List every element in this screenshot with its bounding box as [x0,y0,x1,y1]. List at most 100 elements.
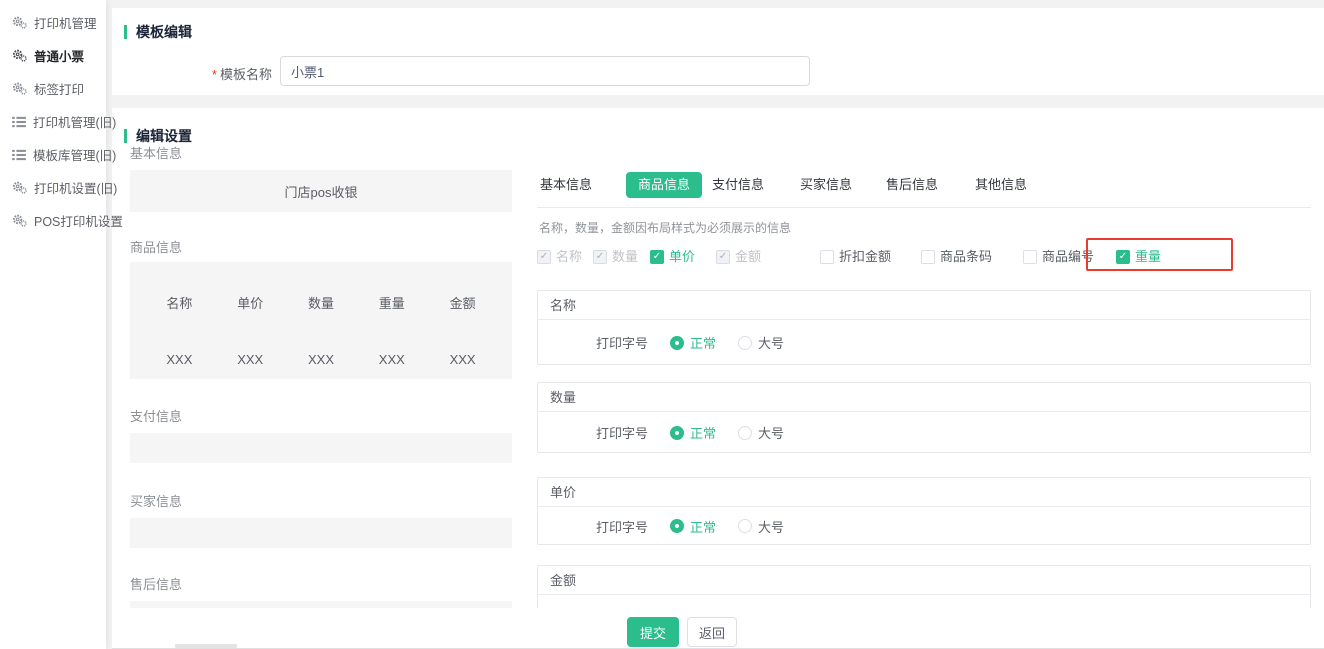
checkbox-amount: ✓ 金额 [716,249,761,265]
print-font-size-label: 打印字号 [596,517,648,536]
tab-payment-info[interactable]: 支付信息 [712,170,764,200]
preview-goods-label: 商品信息 [130,240,512,256]
sidebar-item-pos-printer-settings[interactable]: POS打印机设置 [0,204,106,237]
list-icon [12,116,26,128]
field-section-body: 打印字号 正常 大号 [538,507,1310,545]
field-section-amount: 金额 [537,565,1311,608]
sidebar-item-printer-manage-old[interactable]: 打印机管理(旧) [0,105,106,138]
radio-font-large[interactable]: 大号 [738,423,784,442]
radio-font-large[interactable]: 大号 [738,333,784,352]
field-section-unit-price: 单价 打印字号 正常 大号 [537,477,1311,545]
sidebar-item-label-print[interactable]: 标签打印 [0,72,106,105]
edit-settings-title: 编辑设置 [124,126,192,146]
sidebar-item-label: 标签打印 [34,79,84,98]
radio-unselected-icon[interactable] [738,336,752,350]
cogs-icon [12,49,27,62]
preview-buyer-block [130,518,512,548]
radio-font-large[interactable]: 大号 [738,517,784,536]
checkbox-checked-disabled-icon: ✓ [537,250,551,264]
field-section-name: 名称 打印字号 正常 大号 [537,290,1311,365]
sidebar-item-normal-receipt[interactable]: 普通小票 [0,39,106,72]
cogs-icon [12,82,27,95]
preview-goods-header-row: 名称 单价 数量 重量 金额 [130,262,512,312]
radio-selected-icon[interactable] [670,336,684,350]
checkbox-checked-icon[interactable]: ✓ [650,250,664,264]
template-edit-title: 模板编辑 [124,22,192,42]
sidebar-item-label: 打印机管理 [34,13,97,32]
section-title-text: 模板编辑 [136,22,192,42]
radio-selected-icon[interactable] [670,519,684,533]
cogs-icon [12,181,27,194]
tabs-divider [537,207,1311,208]
field-section-header: 数量 [538,383,1310,412]
field-section-header: 金额 [538,566,1310,595]
back-button[interactable]: 返回 [687,617,737,647]
required-fields-hint: 名称，数量，金额因布局样式为必须展示的信息 [539,219,791,236]
checkbox-product-code[interactable]: 商品编号 [1023,249,1094,265]
field-section-body: 打印字号 正常 大号 [538,412,1310,453]
field-section-body [538,595,1310,608]
section-title-text: 编辑设置 [136,126,192,146]
tab-goods-info[interactable]: 商品信息 [626,172,702,198]
field-section-quantity: 数量 打印字号 正常 大号 [537,382,1311,453]
sidebar-item-label: 模板库管理(旧) [33,145,116,164]
tab-buyer-info[interactable]: 买家信息 [800,170,852,200]
template-name-input[interactable] [280,56,810,86]
checkbox-checked-disabled-icon: ✓ [593,250,607,264]
tab-other-info[interactable]: 其他信息 [975,170,1027,200]
print-font-size-label: 打印字号 [596,333,648,352]
checkbox-quantity: ✓ 数量 [593,249,638,265]
tab-aftersale-info[interactable]: 售后信息 [886,170,938,200]
field-section-header: 名称 [538,291,1310,320]
template-edit-card: 模板编辑 *模板名称 [112,8,1324,95]
preview-store-title: 门店pos收银 [285,182,358,201]
main-content: 模板编辑 *模板名称 编辑设置 基本信息 门店pos收银 商品信息 名称 单价 … [112,0,1324,649]
preview-buyer-label: 买家信息 [130,494,512,510]
goods-field-checkboxes: ✓ 名称 ✓ 数量 ✓ 单价 ✓ 金额 折扣金额 [537,249,1311,265]
receipt-preview: 基本信息 门店pos收银 商品信息 名称 单价 数量 重量 金额 XXX XXX… [130,146,512,608]
preview-payment-label: 支付信息 [130,409,512,425]
footer-action-bar: 提交 返回 [112,608,1324,649]
sidebar-item-printer-settings-old[interactable]: 打印机设置(旧) [0,171,106,204]
bottom-clipped-text [175,644,237,648]
preview-basic-label: 基本信息 [130,146,512,162]
preview-aftersale-label: 售后信息 [130,577,512,593]
checkbox-unchecked-icon[interactable] [820,250,834,264]
cogs-icon [12,16,27,29]
required-asterisk: * [212,67,217,82]
field-section-body: 打印字号 正常 大号 [538,320,1310,365]
sidebar-item-template-lib-old[interactable]: 模板库管理(旧) [0,138,106,171]
radio-selected-icon[interactable] [670,426,684,440]
checkbox-unit-price[interactable]: ✓ 单价 [650,249,695,265]
cogs-icon [12,214,27,227]
checkbox-unchecked-icon[interactable] [921,250,935,264]
checkbox-name: ✓ 名称 [537,249,582,265]
print-font-size-label: 打印字号 [596,423,648,442]
preview-basic-block: 门店pos收银 [130,170,512,212]
radio-font-normal[interactable]: 正常 [670,517,716,536]
checkbox-weight[interactable]: ✓ 重量 [1116,249,1161,265]
sidebar-item-label: POS打印机设置 [34,211,123,230]
tab-basic-info[interactable]: 基本信息 [540,170,592,200]
settings-column: 基本信息 商品信息 支付信息 买家信息 售后信息 其他信息 名称，数量，金额因布… [537,108,1311,608]
checkbox-discount-amount[interactable]: 折扣金额 [820,249,891,265]
sidebar: 打印机管理 普通小票 标签打印 打印机管理(旧) 模板库管理(旧) 打印机设置(… [0,0,106,649]
sidebar-item-label: 打印机设置(旧) [34,178,117,197]
info-tabs: 基本信息 商品信息 支付信息 买家信息 售后信息 其他信息 [537,170,1311,200]
preview-payment-block [130,433,512,463]
preview-goods-block: 名称 单价 数量 重量 金额 XXX XXX XXX XXX XXX [130,262,512,379]
submit-button[interactable]: 提交 [627,617,679,647]
edit-settings-card: 编辑设置 基本信息 门店pos收银 商品信息 名称 单价 数量 重量 金额 XX… [112,108,1324,608]
preview-aftersale-block [130,601,512,608]
radio-font-normal[interactable]: 正常 [670,423,716,442]
checkbox-unchecked-icon[interactable] [1023,250,1037,264]
radio-unselected-icon[interactable] [738,426,752,440]
template-name-label: *模板名称 [112,64,272,83]
preview-goods-sample-row: XXX XXX XXX XXX XXX [130,312,512,367]
sidebar-item-printer-manage[interactable]: 打印机管理 [0,6,106,39]
radio-unselected-icon[interactable] [738,519,752,533]
checkbox-barcode[interactable]: 商品条码 [921,249,992,265]
checkbox-checked-disabled-icon: ✓ [716,250,730,264]
checkbox-checked-icon[interactable]: ✓ [1116,250,1130,264]
radio-font-normal[interactable]: 正常 [670,333,716,352]
